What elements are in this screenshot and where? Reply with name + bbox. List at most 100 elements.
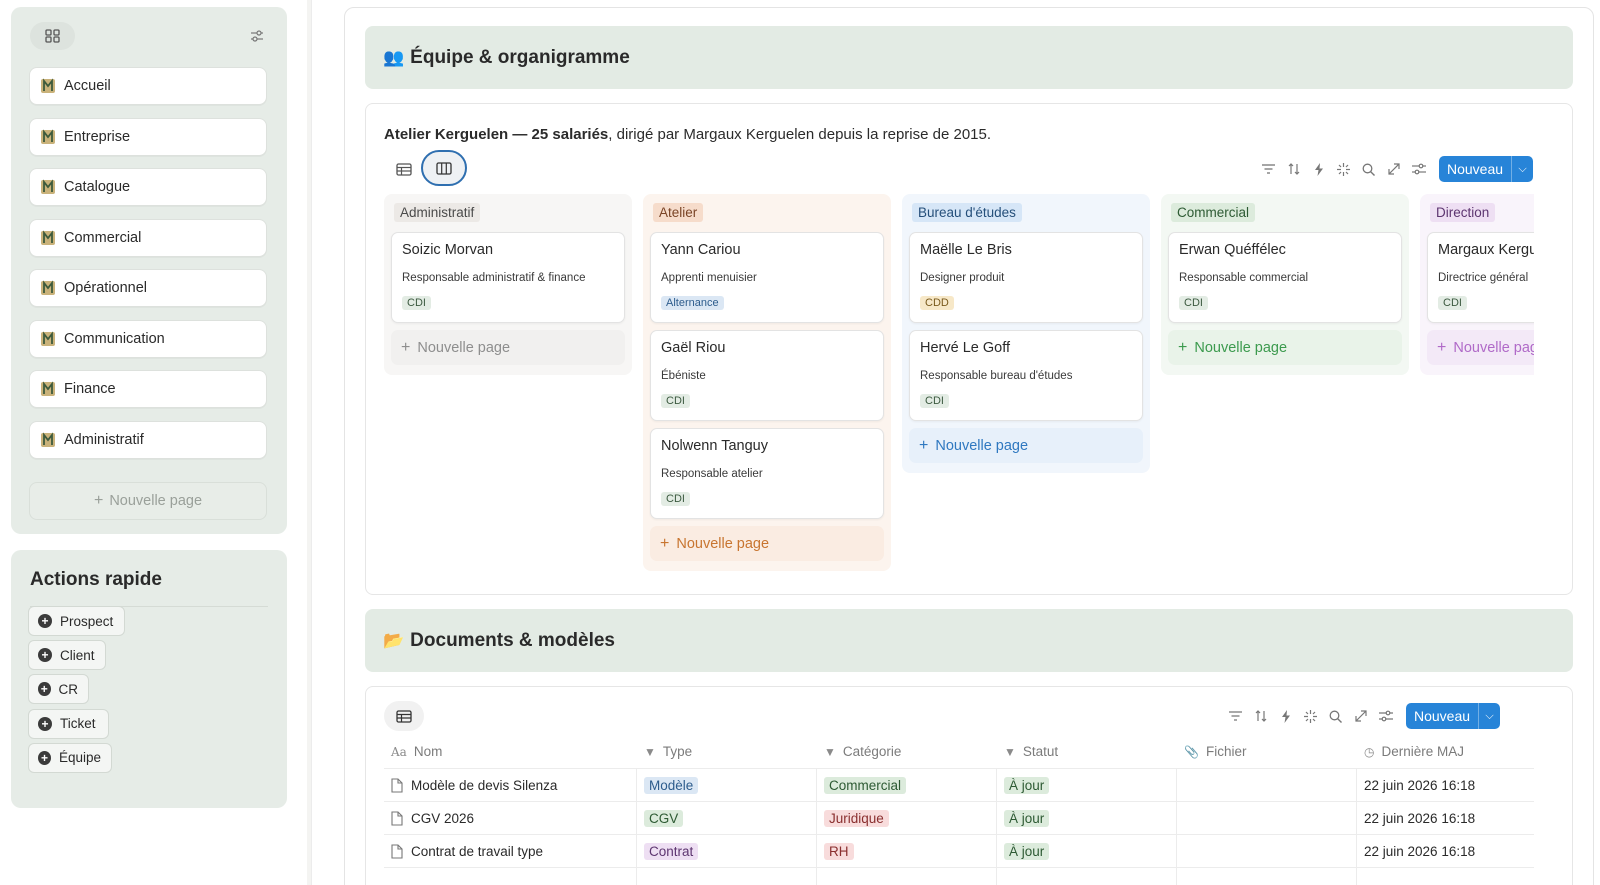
team-new-button[interactable]: Nouveau ⌵ xyxy=(1439,156,1534,182)
cell-type[interactable]: Modèle xyxy=(644,769,699,802)
expand-icon[interactable] xyxy=(1348,706,1373,726)
lightning-icon[interactable] xyxy=(1306,159,1331,179)
cell-statut[interactable]: À jour xyxy=(1004,802,1050,835)
updated-date: 22 juin 2026 16:18 xyxy=(1364,778,1476,793)
employee-card[interactable]: Hervé Le Goff Responsable bureau d'études… xyxy=(909,330,1143,421)
employee-card[interactable]: Margaux Kergu Directrice général CDI xyxy=(1427,232,1534,323)
col-header-type[interactable]: ▼ Type xyxy=(644,744,692,759)
nav-panel: Accueil Entreprise Catalogue Commercial Opér… xyxy=(11,7,287,534)
sidebar-item[interactable]: Administratif xyxy=(29,420,267,459)
col-header-categorie[interactable]: ▼ Catégorie xyxy=(824,744,901,759)
sort-icon[interactable] xyxy=(1248,706,1273,726)
table-row[interactable]: Modèle de devis Silenza Modèle Commercial À… xyxy=(384,769,1534,802)
employee-role: Responsable administratif & finance xyxy=(402,272,586,284)
sidebar-item[interactable]: Commercial xyxy=(29,218,267,257)
sparkle-icon[interactable] xyxy=(1331,159,1356,179)
quick-actions-panel: Actions rapide + Prospect + Client + CR + Ticke… xyxy=(11,550,287,808)
docs-new-button[interactable]: Nouveau ⌵ xyxy=(1406,703,1501,729)
cell-nom[interactable]: Contrat de travail type xyxy=(391,835,543,868)
divider xyxy=(816,769,817,885)
sort-icon[interactable] xyxy=(1281,159,1306,179)
kanban-column: Bureau d'études Maëlle Le Bris Designer pr… xyxy=(902,194,1150,473)
settings-icon[interactable] xyxy=(1373,706,1398,726)
settings-icon[interactable] xyxy=(1406,159,1431,179)
employee-card[interactable]: Maëlle Le Bris Designer produit CDD xyxy=(909,232,1143,323)
cell-categorie[interactable]: Commercial xyxy=(824,769,907,802)
employee-name: Gaël Riou xyxy=(661,340,726,356)
updated-date: 22 juin 2026 16:18 xyxy=(1364,844,1476,859)
col-header-maj[interactable]: ◷ Dernière MAJ xyxy=(1364,744,1464,759)
search-icon[interactable] xyxy=(1323,706,1348,726)
sidebar-item[interactable]: Finance xyxy=(29,370,267,408)
chevron-down-icon[interactable]: ⌵ xyxy=(1511,156,1533,182)
cell-nom[interactable]: CGV 2026 xyxy=(391,802,474,835)
filter-icon[interactable] xyxy=(1223,706,1248,726)
cell-statut[interactable]: À jour xyxy=(1004,835,1050,868)
cell-nom[interactable]: Modèle de devis Silenza xyxy=(391,769,557,802)
page-icon xyxy=(41,431,55,447)
sidebar-item-label: Accueil xyxy=(64,78,111,94)
column-new-page-button[interactable]: + Nouvelle page xyxy=(1168,330,1402,365)
column-new-page-button[interactable]: + Nouvelle page xyxy=(909,428,1143,463)
employee-card[interactable]: Soizic Morvan Responsable administratif &… xyxy=(391,232,625,323)
table-view-icon[interactable] xyxy=(384,701,424,731)
col-header-label: Type xyxy=(662,744,693,759)
table-row[interactable]: Contrat de travail type Contrat RH À jour 22… xyxy=(384,835,1534,868)
team-emoji-icon: 👥 xyxy=(383,47,405,67)
employee-name: Hervé Le Goff xyxy=(920,340,1011,356)
sidebar-item[interactable]: Opérationnel xyxy=(29,269,267,307)
plus-circle-icon: + xyxy=(38,648,52,663)
grid-view-icon[interactable] xyxy=(30,22,75,50)
employee-card[interactable]: Gaël Riou Ébéniste CDI xyxy=(650,330,884,421)
cell-categorie[interactable]: Juridique xyxy=(824,802,889,835)
sliders-icon[interactable] xyxy=(249,28,265,44)
contract-badge: CDD xyxy=(920,296,954,310)
column-tag: Direction xyxy=(1430,203,1496,222)
quick-action-button[interactable]: + CR xyxy=(28,674,89,705)
column-new-page-button[interactable]: + Nouvelle page xyxy=(1427,330,1534,365)
cell-categorie[interactable]: RH xyxy=(824,835,854,868)
chevron-down-icon[interactable]: ⌵ xyxy=(1478,703,1500,729)
sparkle-icon[interactable] xyxy=(1298,706,1323,726)
search-icon[interactable] xyxy=(1356,159,1381,179)
quick-action-button[interactable]: + Ticket xyxy=(28,708,109,739)
employee-card[interactable]: Nolwenn Tanguy Responsable atelier CDI xyxy=(650,428,884,519)
sidebar-item[interactable]: Catalogue xyxy=(29,168,267,206)
docs-new-label: Nouveau xyxy=(1414,708,1471,724)
quick-action-button[interactable]: + Équipe xyxy=(28,742,112,773)
employee-card[interactable]: Erwan Quéffélec Responsable commercial CDI xyxy=(1168,232,1402,323)
col-header-statut[interactable]: ▼ Statut xyxy=(1004,744,1058,759)
doc-name: Contrat de travail type xyxy=(411,844,544,859)
table-view-icon[interactable] xyxy=(387,154,421,184)
column-tag: Administratif xyxy=(394,203,481,222)
quick-action-button[interactable]: + Prospect xyxy=(28,606,125,636)
employee-role: Apprenti menuisier xyxy=(661,272,757,284)
type-tag: CGV xyxy=(644,810,684,827)
page-icon xyxy=(41,179,55,194)
sidebar-item-label: Communication xyxy=(64,330,165,347)
column-new-page-button[interactable]: + Nouvelle page xyxy=(391,330,625,365)
column-new-page-button[interactable]: + Nouvelle page xyxy=(650,526,884,561)
col-header-fichier[interactable]: 📎 Fichier xyxy=(1184,744,1246,759)
employee-name: Nolwenn Tanguy xyxy=(661,438,768,454)
category-tag: Juridique xyxy=(824,810,889,827)
sidebar-new-page-button[interactable]: + Nouvelle page xyxy=(29,482,267,520)
board-view-icon[interactable] xyxy=(421,150,467,186)
cell-statut[interactable]: À jour xyxy=(1004,769,1050,802)
employee-role: Responsable bureau d'études xyxy=(920,370,1073,382)
lightning-icon[interactable] xyxy=(1273,706,1298,726)
sidebar-item[interactable]: Communication xyxy=(29,319,267,358)
sidebar-item[interactable]: Accueil xyxy=(29,67,267,105)
table-row[interactable]: CGV 2026 CGV Juridique À jour 22 juin 2026 1… xyxy=(384,802,1534,835)
cell-type[interactable]: CGV xyxy=(644,802,684,835)
plus-icon: + xyxy=(660,534,670,552)
quick-action-button[interactable]: + Client xyxy=(28,640,106,671)
col-header-nom[interactable]: Aa Nom xyxy=(391,744,442,759)
filter-icon[interactable] xyxy=(1256,159,1281,179)
employee-role: Ébéniste xyxy=(661,370,706,382)
sidebar-item[interactable]: Entreprise xyxy=(29,117,267,156)
expand-icon[interactable] xyxy=(1381,159,1406,179)
employee-card[interactable]: Yann Cariou Apprenti menuisier Alternance xyxy=(650,232,884,323)
cell-type[interactable]: Contrat xyxy=(644,835,699,868)
employee-name: Soizic Morvan xyxy=(402,242,494,258)
